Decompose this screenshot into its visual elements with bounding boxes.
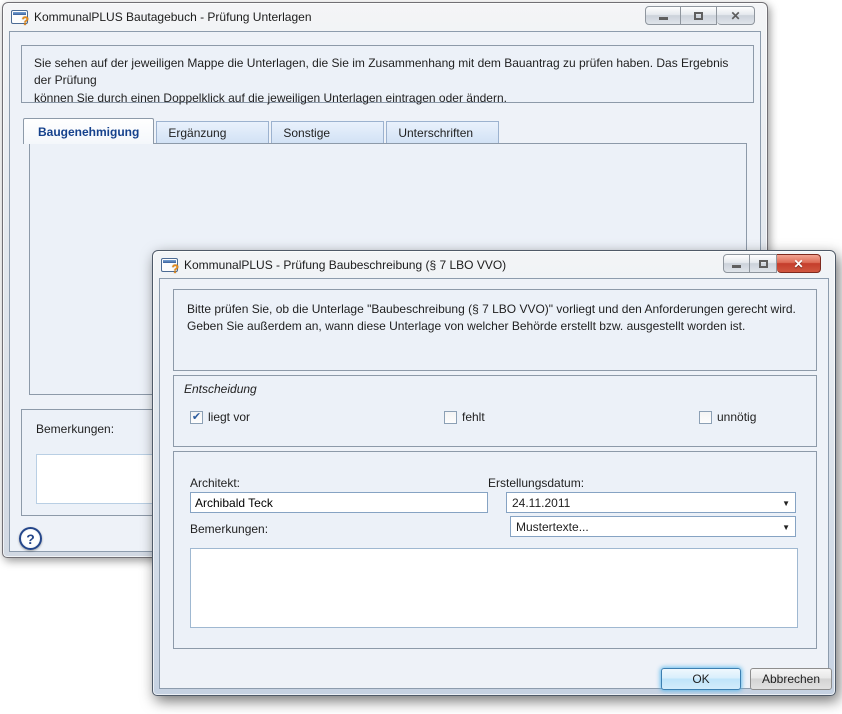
- checkbox-unchecked-icon: [444, 411, 457, 424]
- bemerkungen-label: Bemerkungen:: [190, 522, 268, 536]
- app-icon: ?: [161, 258, 178, 272]
- tab-strip: Baugenehmigung Ergänzung Sonstige Unters…: [23, 118, 499, 144]
- entscheidung-group: Entscheidung ✔ liegt vor fehlt unnötig: [173, 375, 817, 447]
- mustertexte-value: Mustertexte...: [516, 520, 589, 534]
- pruefung-dialog: ? KommunalPLUS - Prüfung Baubeschreibung…: [152, 250, 836, 696]
- dialog-message: Bitte prüfen Sie, ob die Unterlage "Baub…: [173, 289, 817, 371]
- restore-icon: [759, 260, 768, 268]
- close-button[interactable]: ✕: [777, 254, 821, 273]
- dialog-titlebar[interactable]: ? KommunalPLUS - Prüfung Baubeschreibung…: [153, 251, 835, 278]
- main-window-title: KommunalPLUS Bautagebuch - Prüfung Unter…: [34, 10, 312, 24]
- minimize-button[interactable]: [645, 6, 681, 25]
- chevron-down-icon: ▼: [782, 523, 790, 532]
- bemerkungen-label: Bemerkungen:: [36, 422, 114, 436]
- app-icon: ?: [11, 10, 28, 24]
- architekt-input[interactable]: [190, 492, 488, 513]
- close-button[interactable]: ✕: [717, 6, 755, 25]
- close-icon: ✕: [730, 9, 740, 23]
- close-icon: ✕: [793, 257, 803, 271]
- checkbox-unnoetig[interactable]: unnötig: [699, 410, 756, 424]
- erstellungsdatum-combobox[interactable]: 24.11.2011 ▼: [506, 492, 796, 513]
- checkbox-fehlt[interactable]: fehlt: [444, 410, 485, 424]
- ok-button[interactable]: OK: [661, 668, 741, 690]
- main-titlebar[interactable]: ? KommunalPLUS Bautagebuch - Prüfung Unt…: [3, 3, 767, 31]
- minimize-icon: [659, 17, 668, 20]
- help-button[interactable]: ?: [19, 527, 42, 550]
- checkbox-liegt-vor[interactable]: ✔ liegt vor: [190, 410, 250, 424]
- tab-sonstige[interactable]: Sonstige: [271, 121, 384, 143]
- app-icon-question: ?: [22, 15, 29, 27]
- checkbox-label: liegt vor: [208, 410, 250, 424]
- entscheidung-label: Entscheidung: [184, 382, 257, 396]
- checkbox-unchecked-icon: [699, 411, 712, 424]
- restore-button[interactable]: [750, 254, 777, 273]
- architekt-label: Architekt:: [190, 476, 240, 490]
- minimize-button[interactable]: [723, 254, 750, 273]
- cancel-button[interactable]: Abbrechen: [750, 668, 832, 690]
- erstellungsdatum-value: 24.11.2011: [512, 496, 570, 510]
- app-icon-question: ?: [172, 263, 179, 275]
- dialog-title: KommunalPLUS - Prüfung Baubeschreibung (…: [184, 258, 506, 272]
- mustertexte-combobox[interactable]: Mustertexte... ▼: [510, 516, 796, 537]
- fields-group: Architekt: Erstellungsdatum: 24.11.2011 …: [173, 451, 817, 649]
- chevron-down-icon: ▼: [782, 499, 790, 508]
- erstellungsdatum-label: Erstellungsdatum:: [488, 476, 584, 490]
- help-icon: ?: [26, 531, 35, 547]
- tab-ergaenzung[interactable]: Ergänzung: [156, 121, 269, 143]
- tab-unterschriften[interactable]: Unterschriften: [386, 121, 499, 143]
- checkbox-label: fehlt: [462, 410, 485, 424]
- info-panel: Sie sehen auf der jeweiligen Mappe die U…: [21, 45, 754, 103]
- bemerkungen-textarea[interactable]: [190, 548, 798, 628]
- checkbox-label: unnötig: [717, 410, 756, 424]
- minimize-icon: [732, 265, 741, 268]
- maximize-button[interactable]: [681, 6, 717, 25]
- maximize-icon: [694, 12, 703, 20]
- checkbox-checked-icon: ✔: [190, 411, 203, 424]
- tab-baugenehmigung[interactable]: Baugenehmigung: [23, 118, 154, 144]
